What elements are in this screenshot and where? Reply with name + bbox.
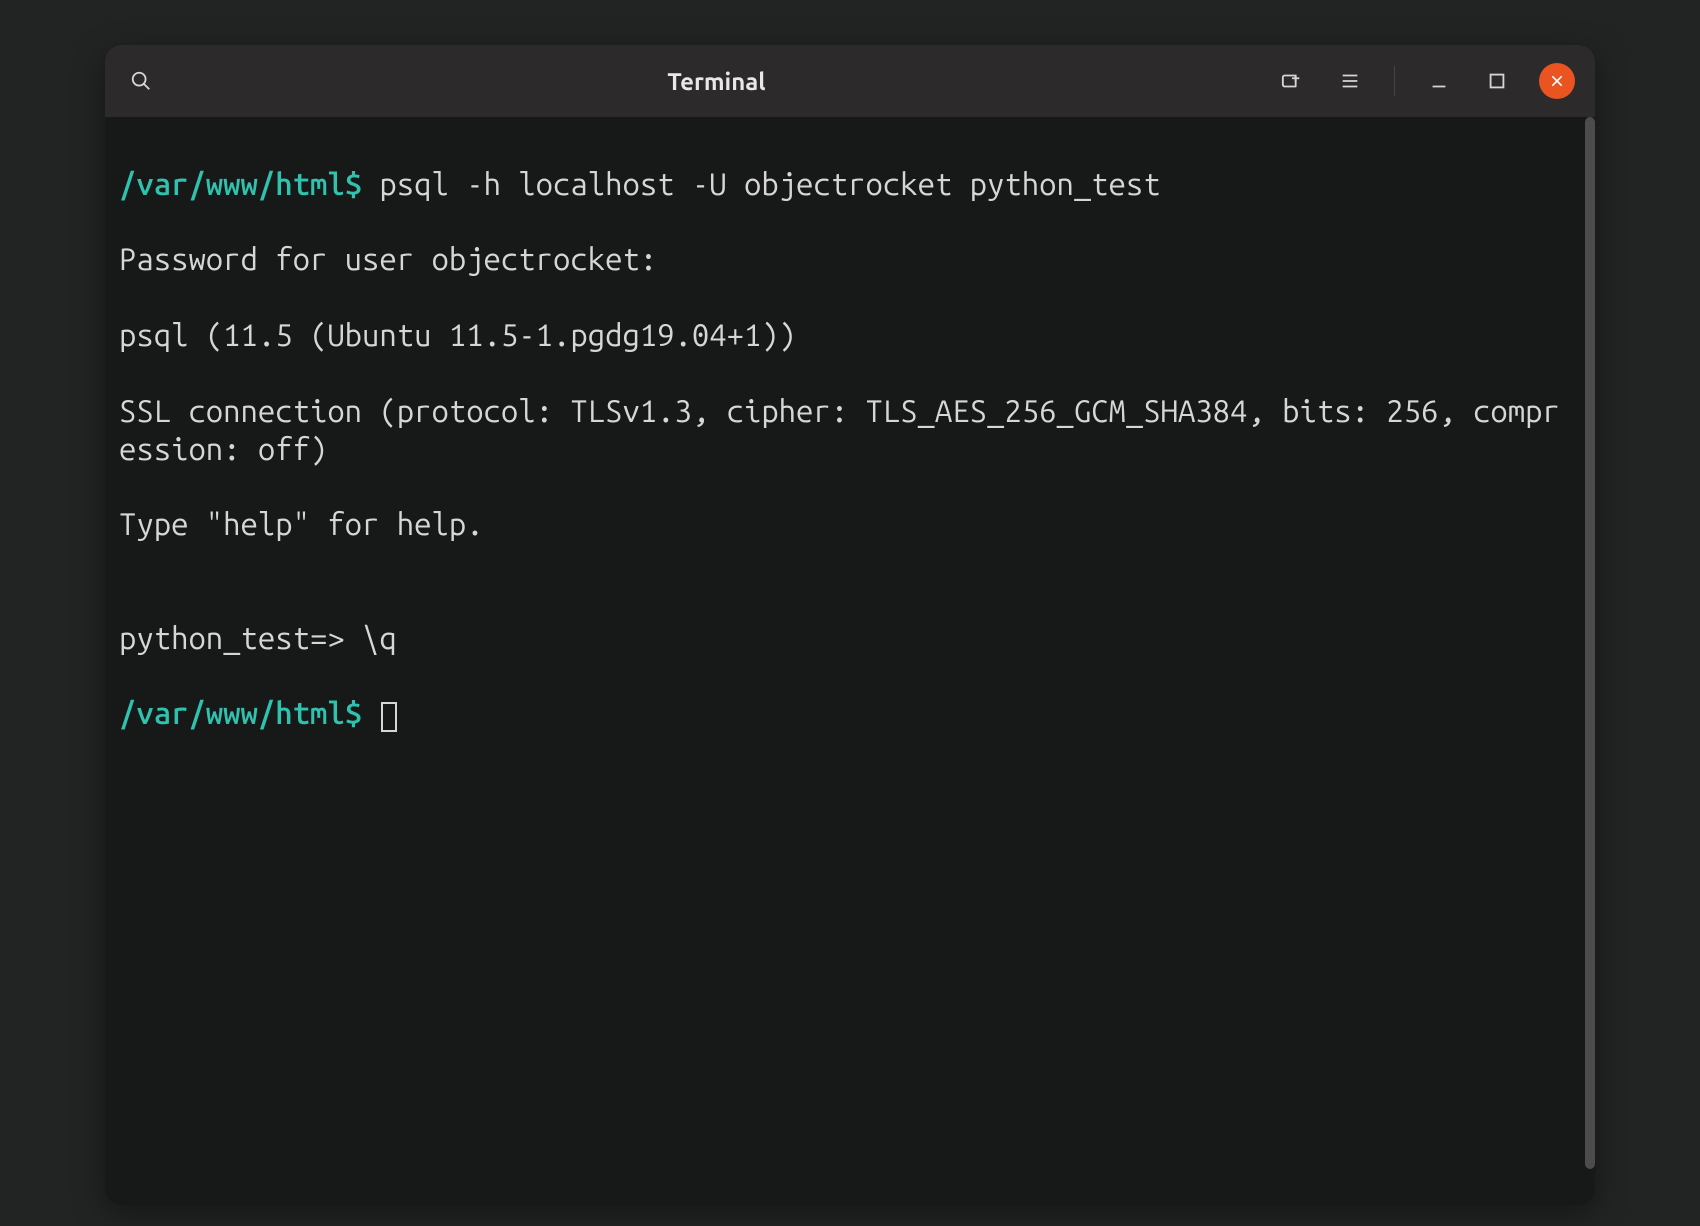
command-text xyxy=(362,695,379,730)
hamburger-menu-icon[interactable] xyxy=(1334,65,1366,97)
terminal-line: psql (11.5 (Ubuntu 11.5-1.pgdg19.04+1)) xyxy=(119,316,1575,354)
terminal-line: /var/www/html$ xyxy=(119,694,1575,732)
prompt-dollar: $ xyxy=(345,166,362,201)
terminal-window: Terminal /var/www/html$ psql -h localhos… xyxy=(105,45,1595,1205)
command-text: psql -h localhost -U objectrocket python… xyxy=(362,166,1161,201)
minimize-button[interactable] xyxy=(1423,65,1455,97)
psql-prompt: python_test=> xyxy=(119,620,362,655)
scrollbar-thumb[interactable] xyxy=(1585,117,1595,1169)
maximize-button[interactable] xyxy=(1481,65,1513,97)
terminal-line: Type "help" for help. xyxy=(119,505,1575,543)
scrollbar[interactable] xyxy=(1585,117,1595,1169)
prompt-path: /var/www/html xyxy=(119,695,345,730)
terminal-line: SSL connection (protocol: TLSv1.3, ciphe… xyxy=(119,392,1575,468)
titlebar: Terminal xyxy=(105,45,1595,117)
prompt-path: /var/www/html xyxy=(119,166,345,201)
terminal-line: Password for user objectrocket: xyxy=(119,240,1575,278)
new-tab-icon[interactable] xyxy=(1276,65,1308,97)
terminal-line: python_test=> \q xyxy=(119,619,1575,657)
close-button[interactable] xyxy=(1539,63,1575,99)
terminal-line: /var/www/html$ psql -h localhost -U obje… xyxy=(119,165,1575,203)
terminal-body[interactable]: /var/www/html$ psql -h localhost -U obje… xyxy=(105,117,1595,1205)
titlebar-left xyxy=(125,65,157,97)
titlebar-divider xyxy=(1394,66,1395,96)
titlebar-right xyxy=(1276,63,1575,99)
terminal-cursor xyxy=(381,702,397,732)
prompt-dollar: $ xyxy=(345,695,362,730)
search-icon[interactable] xyxy=(125,65,157,97)
window-title: Terminal xyxy=(157,68,1276,95)
psql-command: \q xyxy=(362,620,397,655)
